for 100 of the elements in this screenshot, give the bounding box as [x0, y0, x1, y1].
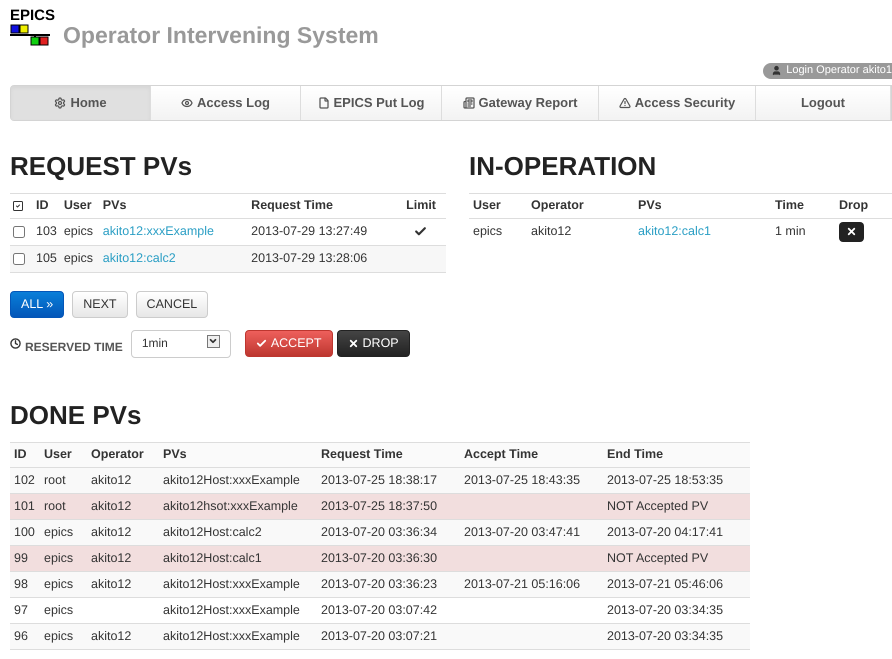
check-icon — [414, 225, 428, 238]
table-cell: 101 — [14, 498, 35, 513]
section-heading: DONE PVs — [10, 400, 142, 430]
column-header: ID — [36, 193, 64, 218]
login-badge: Login Operator akito1 — [763, 62, 892, 78]
table-cell: 2013-07-20 03:07:42 — [321, 602, 438, 617]
action-button[interactable]: ALL » — [10, 290, 64, 318]
table-cell: 105 — [36, 245, 64, 272]
table-cell: 98 — [14, 576, 28, 591]
drop-button[interactable] — [839, 222, 864, 242]
table-cell: 96 — [14, 628, 28, 643]
app-title: Operator Intervening System — [63, 21, 379, 50]
table-cell: 2013-07-25 18:37:50 — [321, 498, 438, 513]
table-cell: 2013-07-25 18:38:17 — [321, 472, 438, 487]
table-cell: epics — [64, 245, 103, 272]
row-checkbox[interactable] — [13, 226, 25, 238]
table-cell: 2013-07-21 05:16:06 — [464, 576, 580, 591]
table-cell: 2013-07-29 13:27:49 — [251, 218, 406, 245]
table-cell: akito12Host:calc1 — [163, 550, 262, 565]
nav-tab[interactable]: Access Log — [151, 86, 301, 120]
accept-button[interactable]: ACCEPT — [244, 330, 333, 357]
close-icon — [846, 226, 857, 238]
check-icon — [256, 338, 267, 349]
action-button[interactable]: CANCEL — [136, 290, 208, 318]
action-button[interactable]: NEXT — [72, 290, 128, 318]
column-header: User — [469, 193, 531, 218]
table-cell: 2013-07-25 18:53:35 — [607, 472, 724, 487]
table-cell: akito12Host:xxxExample — [163, 472, 300, 487]
table-cell: 2013-07-20 03:36:34 — [321, 524, 438, 539]
nav-tab[interactable]: EPICS Put Log — [301, 86, 442, 120]
table-cell: 2013-07-20 03:47:41 — [464, 524, 580, 539]
list-icon — [462, 96, 474, 108]
table-cell: epics — [44, 524, 74, 539]
table-cell: 97 — [14, 602, 28, 617]
table-cell: epics — [44, 602, 74, 617]
column-header: Accept Time — [464, 442, 607, 467]
table-cell: 2013-07-21 05:46:06 — [607, 576, 724, 591]
column-header: Request Time — [251, 193, 406, 218]
nav-tab[interactable]: Gateway Report — [442, 86, 599, 120]
table-cell: akito12Host:xxxExample — [163, 628, 300, 643]
drop-button[interactable]: DROP — [336, 330, 410, 357]
table-cell: 100 — [14, 524, 35, 539]
reserved-time-label: RESERVED TIME — [25, 338, 123, 356]
table-cell: akito12 — [91, 472, 132, 487]
table-cell: akito12Host:xxxExample — [163, 576, 300, 591]
nav-tab[interactable]: Logout — [756, 86, 891, 120]
column-header: PVs — [102, 193, 252, 218]
table-cell: akito12 — [91, 550, 132, 565]
column-header: User — [44, 442, 91, 467]
logo-text: EPICS — [10, 8, 56, 24]
column-header: Time — [775, 193, 839, 218]
select-all-icon — [12, 200, 24, 212]
table-cell: root — [44, 472, 66, 487]
table-cell: akito12Host:xxxExample — [163, 602, 300, 617]
user-icon — [771, 65, 782, 76]
column-header: ID — [10, 442, 44, 467]
table-cell: epics — [44, 628, 74, 643]
close-icon — [348, 338, 359, 349]
eye-icon — [181, 96, 193, 108]
table-cell: 2013-07-20 03:07:21 — [321, 628, 438, 643]
table-cell: 2013-07-20 03:36:30 — [321, 550, 438, 565]
table-cell: 103 — [36, 218, 64, 245]
column-header: Drop — [839, 193, 892, 218]
warning-icon — [618, 96, 631, 108]
table-cell: 99 — [14, 550, 28, 565]
clock-icon — [10, 338, 21, 349]
file-icon — [318, 96, 330, 108]
column-header: Request Time — [321, 442, 464, 467]
column-header: PVs — [638, 193, 775, 218]
table-cell: epics — [64, 218, 103, 245]
reserved-time-select[interactable]: 1min — [130, 330, 231, 358]
table-cell: 2013-07-20 03:34:35 — [607, 628, 724, 643]
table-cell: 1 min — [775, 218, 839, 245]
table-cell: akito12 — [91, 524, 132, 539]
table-cell: akito12 — [91, 498, 132, 513]
column-header: Limit — [406, 193, 446, 218]
gear-icon — [54, 96, 66, 108]
column-header: End Time — [607, 442, 750, 467]
table-cell: 2013-07-20 04:17:41 — [607, 524, 724, 539]
table-cell: NOT Accepted PV — [607, 498, 708, 513]
table-cell: 2013-07-20 03:36:23 — [321, 576, 438, 591]
table-cell: akito12 — [91, 628, 132, 643]
nav-tab[interactable]: Home — [11, 86, 151, 120]
table-cell: epics — [469, 218, 531, 245]
table-cell: akito12 — [531, 218, 638, 245]
table-cell: 2013-07-20 03:34:35 — [607, 602, 724, 617]
row-checkbox[interactable] — [13, 252, 25, 265]
column-header: Operator — [91, 442, 163, 467]
table-cell: epics — [44, 550, 74, 565]
section-heading: IN-OPERATION — [469, 150, 658, 180]
nav-tab[interactable]: Access Security — [599, 86, 756, 120]
dropdown-icon — [208, 336, 218, 346]
section-heading: REQUEST PVs — [10, 150, 194, 180]
table-cell: NOT Accepted PV — [607, 550, 708, 565]
table-cell: akito12 — [91, 576, 132, 591]
table-cell: 2013-07-25 18:43:35 — [464, 472, 580, 487]
table-cell: 2013-07-29 13:28:06 — [251, 245, 406, 272]
table-cell: akito12hsot:xxxExample — [163, 498, 298, 513]
table-cell: root — [44, 498, 66, 513]
table-cell: akito12Host:calc2 — [163, 524, 262, 539]
